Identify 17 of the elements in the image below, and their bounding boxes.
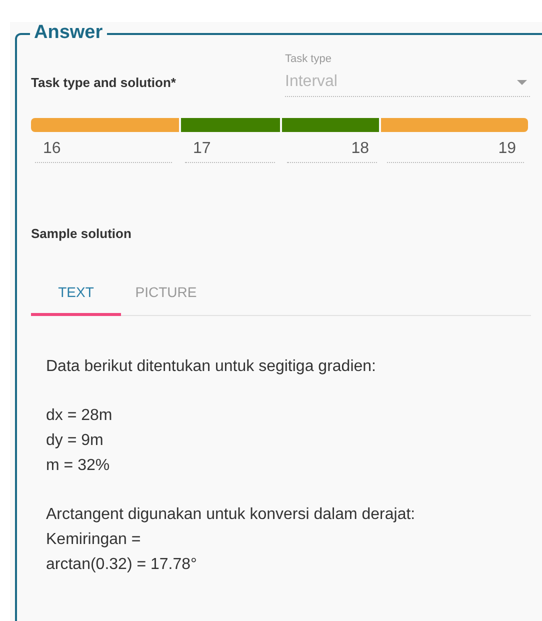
select-label: Task type [285, 52, 332, 66]
caret-icon [517, 80, 527, 84]
solution-line: Arctangent digunakan untuk konversi dalam derajat: [46, 504, 416, 524]
tab[interactable]: TEXT [31, 278, 121, 316]
field-label: Task type and solution* [31, 74, 177, 92]
solution-line: dy = 9m [46, 430, 104, 450]
number-field[interactable]: 17 [185, 138, 275, 163]
select-value: Interval [285, 72, 338, 92]
number-field[interactable]: 16 [35, 138, 172, 163]
solution-line: arctan(0.32) = 17.78° [46, 554, 197, 574]
solution-line: dx = 28m [46, 406, 112, 426]
number-field[interactable]: 18 [287, 138, 377, 163]
solution-line: m = 32% [46, 456, 110, 476]
section-label: Sample solution [31, 225, 132, 243]
solution-line: Data berikut ditentukan untuk segitiga gradien: [46, 356, 376, 376]
number-field[interactable]: 19 [387, 138, 524, 163]
solution-line: Kemiringan = [46, 530, 141, 550]
